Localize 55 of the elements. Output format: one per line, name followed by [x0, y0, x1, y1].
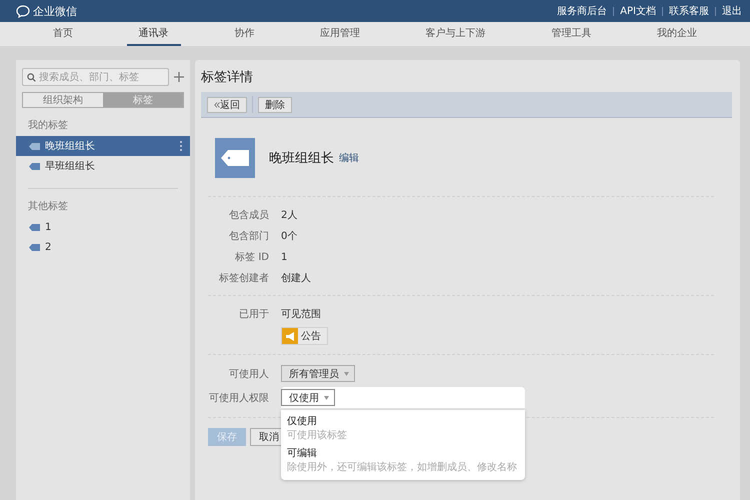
plus-icon[interactable] [174, 72, 184, 82]
tag-icon [29, 244, 40, 250]
option-description: 除使用外，还可编辑该标签，如增删成员、修改名称 [287, 460, 517, 474]
app-chip[interactable]: 公告 [281, 327, 328, 345]
header-link[interactable]: 退出 [722, 4, 742, 18]
field-label: 包含成员 [228, 208, 269, 222]
chat-bubble-icon [16, 4, 30, 18]
field-value: 2人 [281, 209, 298, 222]
field-label: 标签 ID [234, 250, 269, 264]
section-title: 其他标签 [27, 200, 69, 214]
tag-icon [29, 142, 40, 150]
edit-link[interactable]: 编辑 [339, 151, 359, 165]
option-title[interactable]: 仅使用 [287, 414, 519, 428]
field-label: 已用于 [238, 308, 269, 321]
header-link[interactable]: 联系客服 [669, 4, 709, 18]
caret-icon [324, 396, 330, 400]
caret-icon [344, 372, 350, 376]
tag-list-item[interactable]: 早班组组长 [16, 156, 190, 176]
header-link[interactable]: API文档 [620, 4, 656, 18]
field-label: 标签创建者 [218, 272, 269, 285]
tag-avatar-icon [215, 138, 255, 178]
tag-list-item[interactable]: 1 [16, 217, 190, 237]
nav-tab[interactable]: 通讯录 [126, 22, 181, 46]
header-link[interactable]: 服务商后台 [557, 4, 608, 18]
field-label: 可使用人权限 [208, 392, 269, 404]
section-title: 我的标签 [27, 118, 69, 133]
field-label: 包含部门 [228, 230, 269, 243]
tag-name: 晚班组组长 [269, 150, 334, 167]
option-description: 可使用该标签 [287, 428, 347, 442]
tag-list-item[interactable]: 晚班组组长 [16, 136, 190, 156]
tag-icon [29, 224, 40, 230]
tag-icon [29, 162, 40, 170]
option-title[interactable]: 可编辑 [287, 446, 519, 460]
nav-tab[interactable]: 应用管理 [308, 22, 372, 46]
users-dropdown[interactable]: 所有管理员 [281, 365, 356, 382]
back-button[interactable]: 返回 [207, 96, 247, 112]
nav-tab[interactable]: 管理工具 [539, 22, 604, 46]
field-value: 可见范围 [281, 308, 321, 321]
rights-dropdown[interactable]: 仅使用 [281, 389, 336, 406]
nav-tab[interactable]: 首页 [40, 22, 85, 46]
delete-button[interactable]: 删除 [258, 96, 292, 112]
megaphone-icon [282, 328, 298, 344]
field-value: 0个 [281, 230, 298, 243]
field-value: 1 [281, 252, 288, 262]
logo-text: 企业微信 [33, 4, 77, 18]
double-chevron-icon [214, 102, 220, 108]
nav-tab[interactable]: 客户与上下游 [414, 22, 498, 46]
field-value: 创建人 [281, 272, 311, 285]
nav-tab[interactable]: 协作 [222, 22, 266, 46]
tag-list-item[interactable]: 2 [16, 237, 190, 257]
nav-tab[interactable]: 我的企业 [645, 22, 710, 46]
search-icon [27, 72, 36, 82]
field-label: 可使用人 [228, 368, 269, 380]
segment-tab[interactable]: 组织架构 [23, 93, 103, 107]
page-title: 标签详情 [201, 69, 254, 86]
